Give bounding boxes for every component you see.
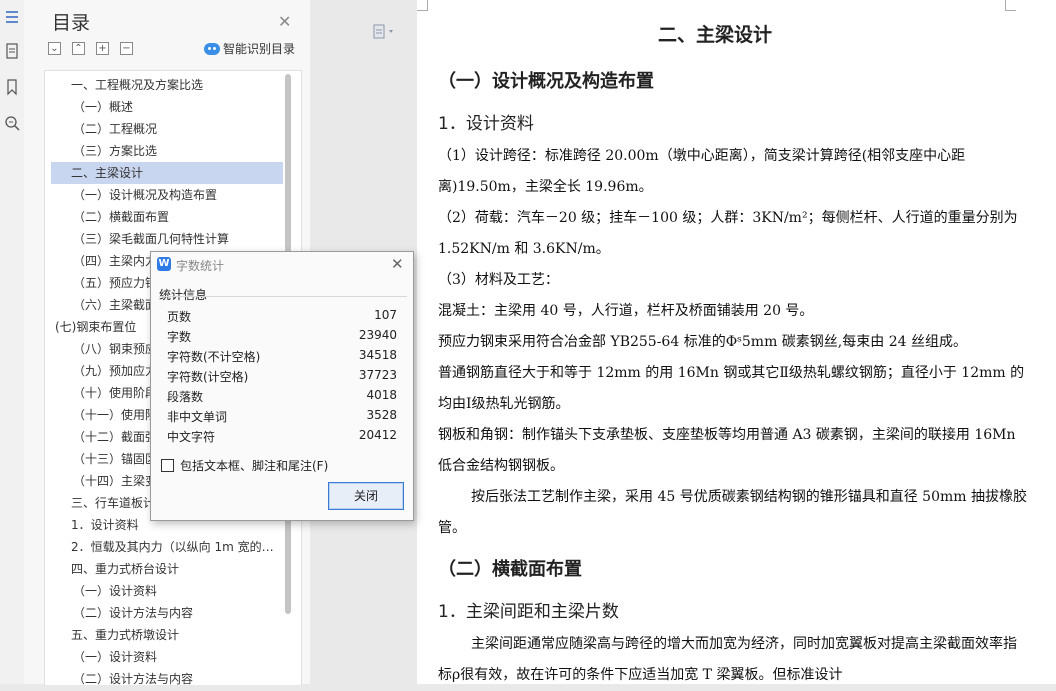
smart-detect-label: 智能识别目录 (223, 42, 296, 56)
paragraph: 按后张法工艺制作主梁，采用 45 号优质碳素钢结构钢的锥形锚具和直径 50mm … (438, 489, 1027, 536)
crop-mark (1005, 0, 1016, 11)
toc-item[interactable]: 2．恒载及其内力（以纵向 1m 宽的… (51, 536, 283, 558)
collapse-all-icon[interactable]: ⌄ (48, 42, 61, 55)
close-icon[interactable]: ✕ (391, 255, 404, 273)
stat-row: 页数 107 (167, 306, 397, 326)
paragraph: （2）荷载：汽车－20 级；挂车－100 级；人群：3KN/m²；每侧栏杆、人行… (438, 210, 1018, 257)
toc-item[interactable]: （二）设计方法与内容 (51, 602, 283, 624)
stat-value: 34518 (358, 348, 397, 362)
stat-row: 字符数(计空格) 37723 (167, 366, 397, 386)
left-icon-rail (0, 0, 25, 684)
smart-detect-toc-button[interactable]: 智能识别目录 (204, 40, 295, 57)
stat-value: 4018 (366, 388, 397, 402)
stat-row: 字符数(不计空格) 34518 (167, 346, 397, 366)
stat-value: 107 (374, 308, 397, 322)
stats-group-label: 统计信息 (159, 288, 208, 302)
close-icon[interactable]: ✕ (278, 12, 291, 31)
paragraph: 预应力钢束采用符合冶金部 YB255-64 标准的Φˢ5mm 碳素钢丝,每束由 … (438, 334, 967, 350)
stat-label: 字符数(计空格) (167, 370, 249, 384)
wps-logo-icon: W (157, 257, 171, 271)
toc-item[interactable]: （一）设计资料 (51, 580, 283, 602)
toc-item[interactable]: 一、工程概况及方案比选 (51, 74, 283, 96)
stat-label: 段落数 (167, 390, 204, 404)
toc-item[interactable]: （三）方案比选 (51, 140, 283, 162)
stat-value: 23940 (358, 328, 397, 342)
heading-section-2: （二）横截面布置 (438, 559, 582, 580)
heading-design-data: 1．设计资料 (438, 114, 534, 134)
toc-item[interactable]: （二）设计方法与内容 (51, 668, 283, 685)
dialog-titlebar[interactable]: W 字数统计 ✕ (151, 252, 413, 276)
stat-row: 非中文单词 3528 (167, 406, 397, 426)
toc-item[interactable]: （一）概述 (51, 96, 283, 118)
paragraph: 普通钢筋直径大于和等于 12mm 的用 16Mn 钢或其它Ⅱ级热轧螺纹钢筋；直径… (438, 365, 1025, 412)
stat-label: 字符数(不计空格) (167, 350, 261, 364)
stat-label: 非中文单词 (167, 410, 228, 424)
include-textbox-checkbox[interactable]: 包括文本框、脚注和尾注(F) (161, 457, 328, 474)
toc-item[interactable]: （三）梁毛截面几何特性计算 (51, 228, 283, 250)
checkbox-label: 包括文本框、脚注和尾注(F) (180, 459, 329, 473)
divider (159, 296, 407, 297)
stat-value: 20412 (358, 428, 397, 442)
heading-beam-spacing: 1．主梁间距和主梁片数 (438, 602, 619, 622)
toc-icon[interactable] (3, 8, 21, 26)
close-button[interactable]: 关闭 (328, 482, 404, 510)
paragraph: 混凝土：主梁用 40 号，人行道，栏杆及桥面铺装用 20 号。 (438, 303, 814, 319)
toc-title: 目录 (52, 12, 91, 34)
stat-row: 字数 23940 (167, 326, 397, 346)
stat-label: 中文字符 (167, 430, 216, 444)
stat-label: 页数 (167, 310, 192, 324)
stat-row: 段落数 4018 (167, 386, 397, 406)
expand-all-icon[interactable]: ⌃ (72, 42, 85, 55)
checkbox-icon[interactable] (161, 459, 174, 472)
heading-main-beam-design: 二、主梁设计 (658, 24, 773, 46)
add-item-icon[interactable]: + (96, 42, 109, 55)
crop-mark (417, 0, 428, 11)
paragraph: 钢板和角钢：制作锚头下支承垫板、支座垫板等均用普通 A3 碳素钢，主梁间的联接用… (438, 427, 1016, 474)
toc-item[interactable]: （二）工程概况 (51, 118, 283, 140)
heading-section-1: （一）设计概况及构造布置 (438, 71, 654, 92)
dialog-title: 字数统计 (176, 259, 225, 273)
document-icon[interactable] (3, 42, 21, 60)
stat-value: 37723 (358, 368, 397, 382)
toc-item[interactable]: 二、主梁设计 (51, 162, 283, 184)
toc-item[interactable]: （一）设计概况及构造布置 (51, 184, 283, 206)
bookmark-icon[interactable] (3, 78, 21, 96)
stat-value: 3528 (366, 408, 397, 422)
document-page: 二、主梁设计 （一）设计概况及构造布置 1．设计资料 （1）设计跨径：标准跨径 … (417, 0, 1056, 684)
ai-icon (204, 43, 220, 55)
document-menu-button[interactable] (372, 24, 398, 40)
search-zoom-icon[interactable] (3, 114, 21, 132)
toc-item[interactable]: 五、重力式桥墩设计 (51, 624, 283, 646)
paragraph: （3）材料及工艺： (438, 272, 559, 288)
word-count-dialog: W 字数统计 ✕ 统计信息 页数 107 字数 23940 字符数(不计空格) 34518… (150, 251, 414, 521)
paragraph: （1）设计跨径：标准跨径 20.00m（墩中心距离），简支梁计算跨径(相邻支座中… (438, 148, 966, 195)
stat-label: 字数 (167, 330, 192, 344)
paragraph: 主梁间距通常应随梁高与跨径的增大而加宽为经济，同时加宽翼板对提高主梁截面效率指标… (438, 636, 1017, 683)
toc-item[interactable]: （一）设计资料 (51, 646, 283, 668)
stat-row: 中文字符 20412 (167, 426, 397, 446)
toc-item[interactable]: （二）横截面布置 (51, 206, 283, 228)
toc-item[interactable]: 四、重力式桥台设计 (51, 558, 283, 580)
remove-item-icon[interactable]: − (120, 42, 133, 55)
